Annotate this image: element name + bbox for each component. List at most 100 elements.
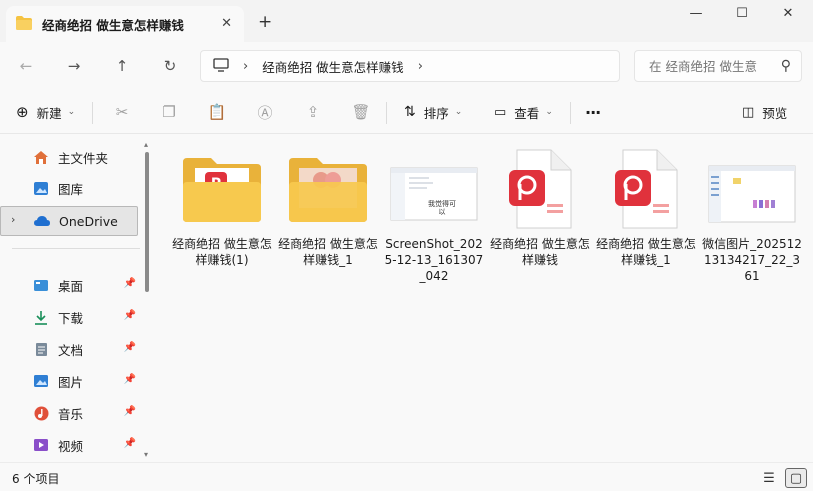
share-icon[interactable]: ⇪ [301,100,325,124]
pin-icon[interactable]: 📌 [124,278,136,289]
sidebar-item-pictures[interactable]: 图片 📌 [0,366,140,396]
sort-label: 排序 [423,105,449,121]
search-icon[interactable]: ⚲ [781,58,791,74]
close-window-button[interactable]: ✕ [768,6,808,24]
maximize-button[interactable]: ☐ [722,6,762,24]
status-bar: 6 个项目 ☰ ▢ [0,462,813,491]
desktop-icon [32,276,50,294]
sidebar-item-label: OneDrive [59,213,118,229]
file-item[interactable]: 微信图片_20251213134217_22_361 [702,148,802,298]
sidebar-item-label: 桌面 [58,278,84,294]
sidebar-item-label: 文档 [58,342,84,358]
copy-icon[interactable]: ❐ [157,100,181,124]
pdf-file-icon [601,148,691,230]
cloud-icon [33,212,51,230]
image-thumbnail [707,148,797,230]
breadcrumb-current[interactable]: 经商绝招 做生意怎样赚钱 [262,57,403,76]
file-item[interactable]: 经商绝招 做生意怎样赚钱 [490,148,590,298]
sidebar-item-label: 图片 [58,374,84,390]
scroll-up-icon[interactable]: ▴ [144,140,148,149]
preview-label: 预览 [762,105,788,121]
sidebar-item-home[interactable]: 主文件夹 [0,142,140,172]
document-icon [32,340,50,358]
file-item[interactable]: 我觉得可以 ScreenShot_2025-12-13_161307_042 [384,148,484,298]
navigation-bar: ← → ↑ ↻ › 经商绝招 做生意怎样赚钱 › ⚲ [0,42,813,90]
pin-icon[interactable]: 📌 [124,406,136,417]
rename-icon[interactable]: Ⓐ [253,100,277,124]
sidebar-item-downloads[interactable]: 下载 📌 [0,302,140,332]
file-item[interactable]: 经商绝招 做生意怎样赚钱_1 [596,148,696,298]
view-button[interactable]: ▭ 查看 ⌄ [494,100,553,124]
file-name: 经商绝招 做生意怎样赚钱(1) [172,237,272,267]
video-icon [32,436,50,454]
sidebar-item-videos[interactable]: 视频 📌 [0,430,140,460]
new-button[interactable]: ⊕ 新建 ⌄ [16,100,75,124]
minimize-button[interactable]: — [676,6,716,24]
pdf-file-icon [495,148,585,230]
gallery-icon [32,179,50,197]
tab-title: 经商绝招 做生意怎样赚钱 [42,17,184,33]
file-item[interactable]: P 经商绝招 做生意怎样赚钱(1) [172,148,272,298]
tab-current[interactable]: 经商绝招 做生意怎样赚钱 ✕ [6,6,244,42]
cut-icon[interactable]: ✂ [110,100,134,124]
details-view-icon[interactable]: ☰ [758,468,780,488]
pin-icon[interactable]: 📌 [124,438,136,449]
image-thumbnail: 我觉得可以 [389,148,479,230]
file-name: 微信图片_20251213134217_22_361 [702,237,802,283]
sidebar-item-label: 视频 [58,438,84,454]
sidebar-item-label: 主文件夹 [58,150,109,166]
up-button[interactable]: ↑ [110,54,134,78]
folder-icon [283,148,373,230]
picture-icon [32,372,50,390]
forward-button[interactable]: → [62,54,86,78]
chevron-right-icon[interactable]: › [11,213,15,226]
title-bar: 经商绝招 做生意怎样赚钱 ✕ + — ☐ ✕ [0,0,813,42]
search-input[interactable] [649,58,777,74]
chevron-right-icon: › [243,58,249,74]
more-options-button[interactable]: ··· [585,100,601,124]
close-tab-icon[interactable]: ✕ [221,16,232,31]
divider [92,102,93,124]
computer-icon [213,57,229,75]
sidebar-item-gallery[interactable]: 图库 [0,173,140,203]
large-icons-view-icon[interactable]: ▢ [785,468,807,488]
pin-icon[interactable]: 📌 [124,342,136,353]
file-name: 经商绝招 做生意怎样赚钱 [490,237,590,267]
sidebar-item-desktop[interactable]: 桌面 📌 [0,270,140,300]
back-button[interactable]: ← [14,54,38,78]
view-icon: ▭ [494,104,507,120]
sidebar-item-label: 下载 [58,310,84,326]
sidebar-item-label: 图库 [58,181,84,197]
sidebar-item-music[interactable]: 音乐 📌 [0,398,140,428]
chevron-right-icon[interactable]: › [418,59,423,74]
file-name: 经商绝招 做生意怎样赚钱_1 [596,237,696,267]
music-icon [32,404,50,422]
preview-button[interactable]: ◫ 预览 [742,100,787,124]
refresh-button[interactable]: ↻ [158,54,182,78]
divider [386,102,387,124]
sidebar-scrollbar[interactable] [145,152,149,292]
divider [570,102,571,124]
chevron-down-icon: ⌄ [67,107,76,117]
search-box[interactable]: ⚲ [634,50,802,82]
pin-icon[interactable]: 📌 [124,310,136,321]
command-bar: ⊕ 新建 ⌄ ✂ ❐ 📋 Ⓐ ⇪ 🗑 ⇅ 排序 ⌄ ▭ 查看 ⌄ ··· ◫ 预… [0,90,813,134]
sidebar-item-documents[interactable]: 文档 📌 [0,334,140,364]
new-tab-button[interactable]: + [258,12,272,32]
address-bar[interactable]: › 经商绝招 做生意怎样赚钱 › [200,50,620,82]
sort-button[interactable]: ⇅ 排序 ⌄ [404,100,462,124]
paste-icon[interactable]: 📋 [205,100,229,124]
sidebar-item-onedrive[interactable]: › OneDrive [0,206,138,236]
item-count: 6 个项目 [12,472,60,486]
chevron-down-icon: ⌄ [454,107,463,117]
folder-icon [16,15,32,33]
delete-icon[interactable]: 🗑 [349,100,373,124]
pin-icon[interactable]: 📌 [124,374,136,385]
download-icon [32,308,50,326]
view-label: 查看 [514,105,540,121]
file-item[interactable]: 经商绝招 做生意怎样赚钱_1 [278,148,378,298]
preview-pane-icon: ◫ [742,104,755,120]
chevron-down-icon: ⌄ [545,107,553,117]
file-name: 经商绝招 做生意怎样赚钱_1 [278,237,378,267]
scroll-down-icon[interactable]: ▾ [144,450,148,459]
